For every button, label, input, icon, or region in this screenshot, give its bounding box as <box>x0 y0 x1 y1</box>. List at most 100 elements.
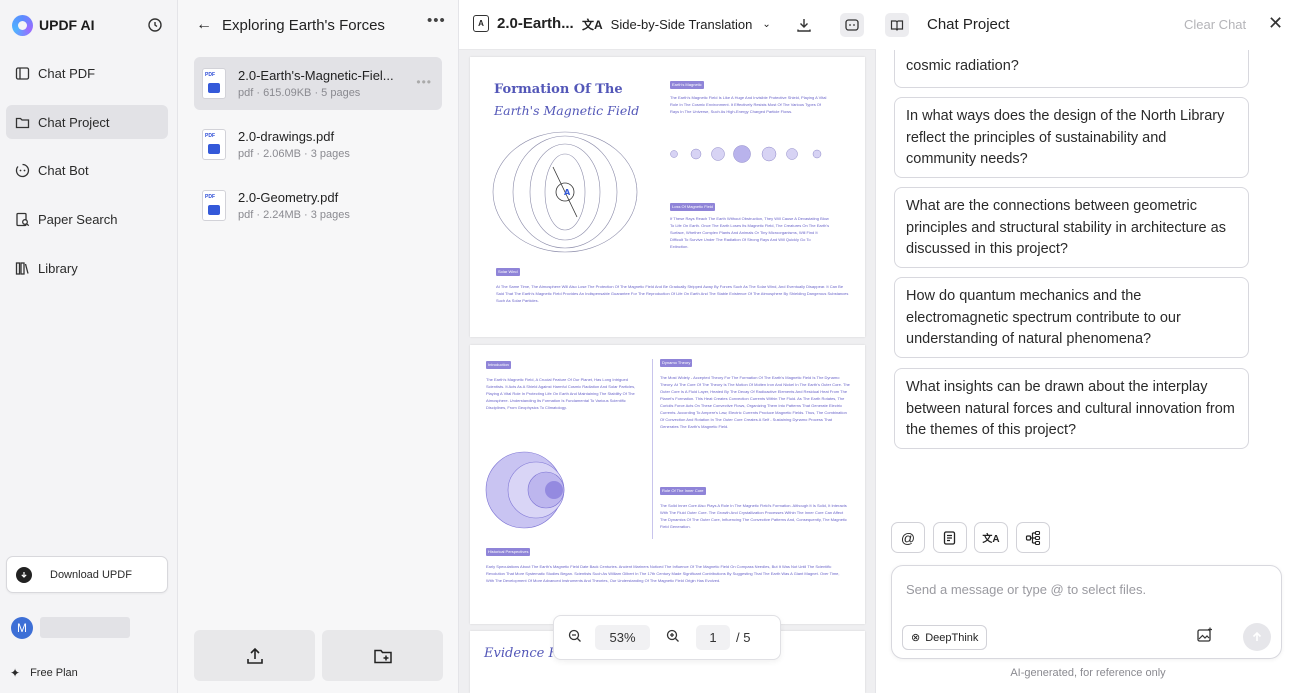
pdf-page-2: Introduction The Earth's Magnetic Field,… <box>470 345 865 624</box>
section-pill: Earth's Magnetic <box>670 81 704 89</box>
zoom-level[interactable]: 53% <box>595 625 650 650</box>
chat-panel: Chat Project Clear Chat ✕ cosmic radiati… <box>876 0 1300 693</box>
upload-button[interactable] <box>194 630 315 681</box>
section-text: Early Speculations About The Earth's Mag… <box>486 564 840 583</box>
summarize-button[interactable] <box>933 522 967 553</box>
file-name: 2.0-Earth's-Magnetic-Fiel... <box>238 68 394 83</box>
mind-map-icon <box>1025 530 1041 545</box>
plan-link[interactable]: ✦ Free Plan <box>10 666 78 680</box>
avatar[interactable]: M <box>11 617 33 639</box>
sidebar-item-paper-search[interactable]: Paper Search <box>6 202 168 236</box>
download-icon <box>797 19 811 32</box>
section-pill: Solar Wind <box>496 268 520 276</box>
sidebar-item-label: Paper Search <box>38 211 118 227</box>
section-text: The Earth's Magnetic Field, A Crucial Fe… <box>486 377 636 410</box>
upload-icon <box>246 647 263 664</box>
add-folder-icon <box>373 649 392 663</box>
chat-input-placeholder[interactable]: Send a message or type @ to select files… <box>906 582 1146 597</box>
section-pill: Loss Of Magnetic Field <box>670 203 715 211</box>
history-button[interactable] <box>143 13 167 37</box>
suggested-question[interactable]: What insights can be drawn about the int… <box>894 368 1249 449</box>
suggested-question[interactable]: How do quantum mechanics and the electro… <box>894 277 1249 358</box>
section-text: The Solid Inner Core Also Plays A Role I… <box>660 503 847 529</box>
deepthink-icon: ⊗ <box>911 632 921 644</box>
close-icon[interactable]: ✕ <box>1268 13 1283 34</box>
book-icon[interactable] <box>885 13 909 37</box>
translate-button[interactable]: 文A <box>974 522 1008 553</box>
doc-title-text: 2.0-Earth... <box>497 15 574 32</box>
page-number-input[interactable]: 1 <box>696 625 730 650</box>
history-icon <box>148 18 162 32</box>
summarize-icon <box>943 530 956 545</box>
back-arrow-icon[interactable]: ← <box>196 16 212 34</box>
svg-text:A: A <box>564 188 571 197</box>
page-heading: Formation Of The <box>494 82 623 97</box>
pdf-page-1: Formation Of The Earth's Magnetic Field … <box>470 57 865 337</box>
download-doc-button[interactable] <box>792 13 816 37</box>
zoom-in-icon[interactable] <box>666 629 680 646</box>
earth-layers-diagram <box>485 451 565 529</box>
section-text: The Earth's Magnetic Field Is Like A Hug… <box>670 95 827 114</box>
mind-map-button[interactable] <box>1016 522 1050 553</box>
document-viewer: A 2.0-Earth... 文A Side-by-Side Translati… <box>459 0 876 693</box>
chat-input-box[interactable]: Send a message or type @ to select files… <box>891 565 1282 659</box>
zoom-page-bar: 53% 1 / 5 <box>553 615 781 660</box>
file-meta: pdf · 2.06MB · 3 pages <box>238 148 350 160</box>
sidebar-item-chat-pdf[interactable]: Chat PDF <box>6 56 168 90</box>
doc-title: A 2.0-Earth... <box>473 15 574 32</box>
translation-mode-dropdown[interactable]: 文A Side-by-Side Translation ⌄ <box>582 16 771 33</box>
deepthink-label: DeepThink <box>925 631 979 644</box>
send-arrow-icon <box>1252 631 1262 641</box>
image-upload-icon[interactable] <box>1196 626 1214 649</box>
add-folder-button[interactable] <box>322 630 443 681</box>
sidebar-item-chat-project[interactable]: Chat Project <box>6 105 168 139</box>
sidebar-item-chat-bot[interactable]: Chat Bot <box>6 153 168 187</box>
paper-search-icon <box>16 212 30 226</box>
viewer-toolbar: A 2.0-Earth... 文A Side-by-Side Translati… <box>459 0 876 50</box>
sidebar: UPDF AI Chat PDF Chat Project Chat Bot P… <box>0 0 178 693</box>
section-pill: Dynamo Theory <box>660 359 693 367</box>
suggested-question[interactable]: What are the connections between geometr… <box>894 187 1249 268</box>
chat-pdf-icon <box>15 66 30 80</box>
chat-header: Chat Project Clear Chat ✕ <box>876 0 1300 50</box>
chat-title: Chat Project <box>927 16 1010 33</box>
file-name: 2.0-Geometry.pdf <box>238 190 339 205</box>
app-logo-row: UPDF AI <box>12 13 94 37</box>
planets-row-diagram <box>670 145 822 163</box>
page-subheading: Earth's Magnetic Field <box>494 103 640 118</box>
app-title: UPDF AI <box>39 17 95 33</box>
file-meta: pdf · 615.09KB · 5 pages <box>238 87 361 99</box>
download-icon <box>16 566 32 583</box>
chevron-down-icon: ⌄ <box>762 19 771 30</box>
download-updf-button[interactable]: Download UPDF <box>6 556 168 593</box>
sidebar-item-label: Library <box>38 260 78 276</box>
more-options-icon[interactable]: ••• <box>427 12 446 29</box>
ai-disclaimer: AI-generated, for reference only <box>1010 667 1166 679</box>
pdf-file-icon <box>202 68 226 99</box>
file-item[interactable]: 2.0-drawings.pdf pdf · 2.06MB · 3 pages <box>194 118 442 171</box>
file-meta: pdf · 2.24MB · 3 pages <box>238 209 350 221</box>
deepthink-toggle[interactable]: ⊗ DeepThink <box>902 625 988 650</box>
sidebar-item-label: Chat PDF <box>38 65 96 81</box>
suggested-question[interactable]: In what ways does the design of the Nort… <box>894 97 1249 178</box>
mention-button[interactable]: @ <box>891 522 925 553</box>
section-text: The Most Widely - Accepted Theory For Th… <box>660 375 850 429</box>
sidebar-item-library[interactable]: Library <box>6 251 168 285</box>
file-item[interactable]: 2.0-Earth's-Magnetic-Fiel... pdf · 615.0… <box>194 57 442 110</box>
zoom-out-icon[interactable] <box>568 629 582 646</box>
folder-icon <box>15 117 30 128</box>
file-name: 2.0-drawings.pdf <box>238 129 335 144</box>
sidebar-item-label: Chat Project <box>38 114 110 130</box>
page-total: / 5 <box>736 630 751 645</box>
translate-icon: 文A <box>582 18 603 32</box>
file-more-icon[interactable]: ••• <box>416 75 432 89</box>
ai-chat-toggle-button[interactable] <box>840 13 864 37</box>
suggested-question[interactable]: cosmic radiation? <box>894 50 1249 88</box>
file-item[interactable]: 2.0-Geometry.pdf pdf · 2.24MB · 3 pages <box>194 179 442 232</box>
column-divider <box>652 359 653 539</box>
chat-bot-icon <box>845 19 859 31</box>
clear-chat-button[interactable]: Clear Chat <box>1184 17 1246 32</box>
project-files-pane: ← Exploring Earth's Forces ••• 2.0-Earth… <box>178 0 459 693</box>
translate-icon: 文A <box>982 534 1000 545</box>
send-button[interactable] <box>1243 623 1271 651</box>
